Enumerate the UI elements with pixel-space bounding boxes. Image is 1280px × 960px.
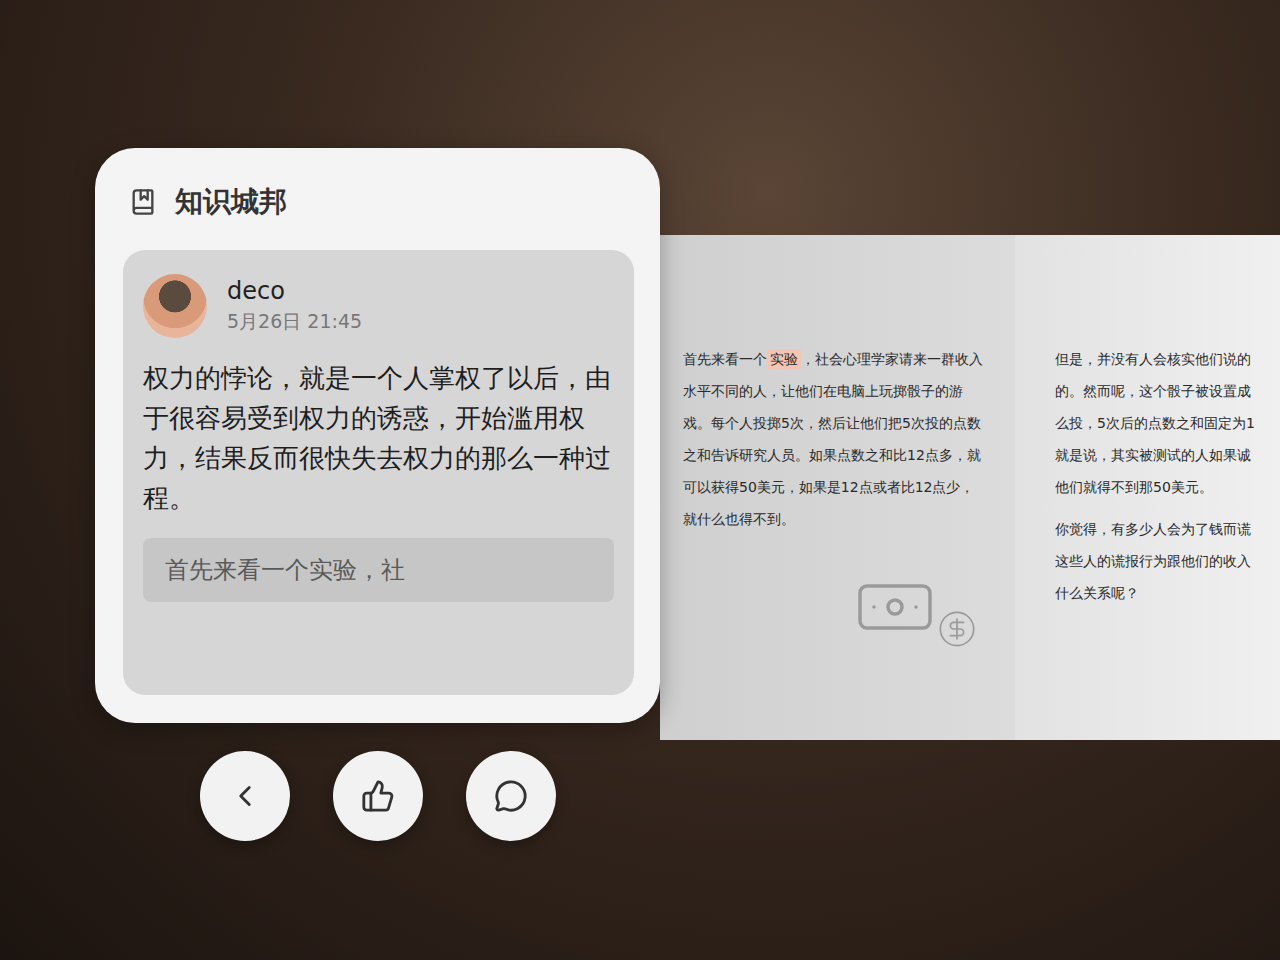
post-card: 知识城邦 deco 5月26日 21:45 权力的悖论，就是一个人掌权了以后，由于很容… <box>95 148 660 723</box>
page-line: 你觉得，有多少人会为了钱而谎 <box>1055 513 1280 545</box>
action-row <box>95 751 556 841</box>
like-button[interactable] <box>333 751 423 841</box>
card-header: 知识城邦 <box>123 174 634 230</box>
coin-icon <box>937 609 977 649</box>
page-paragraph: 但是，并没有人会核实他们说的的。然而呢，这个骰子被设置成么投，5次后的点数之和固… <box>1055 343 1280 503</box>
booklet[interactable]: 首先来看一个实验，社会心理学家请来一群收入水平不同的人，让他们在电脑上玩掷骰子的… <box>660 235 1280 740</box>
author-meta: deco 5月26日 21:45 <box>227 277 362 335</box>
ar-scene: 知识城邦 deco 5月26日 21:45 权力的悖论，就是一个人掌权了以后，由于很容… <box>0 0 1280 960</box>
chevron-left-icon <box>228 779 262 813</box>
post-box[interactable]: deco 5月26日 21:45 权力的悖论，就是一个人掌权了以后，由于很容易受到权… <box>123 250 634 695</box>
comment-icon <box>494 779 528 813</box>
post-time: 5月26日 21:45 <box>227 309 362 335</box>
post-text: 权力的悖论，就是一个人掌权了以后，由于很容易受到权力的诱惑，开始滥用权力，结果反… <box>143 358 614 518</box>
page-line: 什么关系呢？ <box>1055 577 1280 609</box>
comment-button[interactable] <box>466 751 556 841</box>
page-line: 的。然而呢，这个骰子被设置成 <box>1055 375 1280 407</box>
page-line: 但是，并没有人会核实他们说的 <box>1055 343 1280 375</box>
page-line: 这些人的谎报行为跟他们的收入 <box>1055 545 1280 577</box>
money-illustration <box>683 565 985 649</box>
page-line: 他们就得不到那50美元。 <box>1055 471 1280 503</box>
highlighted-word[interactable]: 实验 <box>767 349 801 369</box>
author-name: deco <box>227 277 362 305</box>
book-icon <box>129 188 157 216</box>
avatar[interactable] <box>143 274 207 338</box>
booklet-page: 首先来看一个实验，社会心理学家请来一群收入水平不同的人，让他们在电脑上玩掷骰子的… <box>660 235 1015 740</box>
left-column: 知识城邦 deco 5月26日 21:45 权力的悖论，就是一个人掌权了以后，由于很容… <box>95 148 660 841</box>
app-title: 知识城邦 <box>175 183 287 221</box>
page-line: 么投，5次后的点数之和固定为1 <box>1055 407 1280 439</box>
quote-bar[interactable]: 首先来看一个实验，社 <box>143 538 614 602</box>
booklet-page: 但是，并没有人会核实他们说的的。然而呢，这个骰子被设置成么投，5次后的点数之和固… <box>1015 235 1280 740</box>
author-row: deco 5月26日 21:45 <box>143 274 614 338</box>
banknote-icon <box>853 565 937 649</box>
thumbs-up-icon <box>361 779 395 813</box>
page-line: 就是说，其实被测试的人如果诚 <box>1055 439 1280 471</box>
page-paragraph: 你觉得，有多少人会为了钱而谎这些人的谎报行为跟他们的收入什么关系呢？ <box>1055 513 1280 609</box>
page-text: 首先来看一个实验，社会心理学家请来一群收入水平不同的人，让他们在电脑上玩掷骰子的… <box>683 343 985 535</box>
back-button[interactable] <box>200 751 290 841</box>
